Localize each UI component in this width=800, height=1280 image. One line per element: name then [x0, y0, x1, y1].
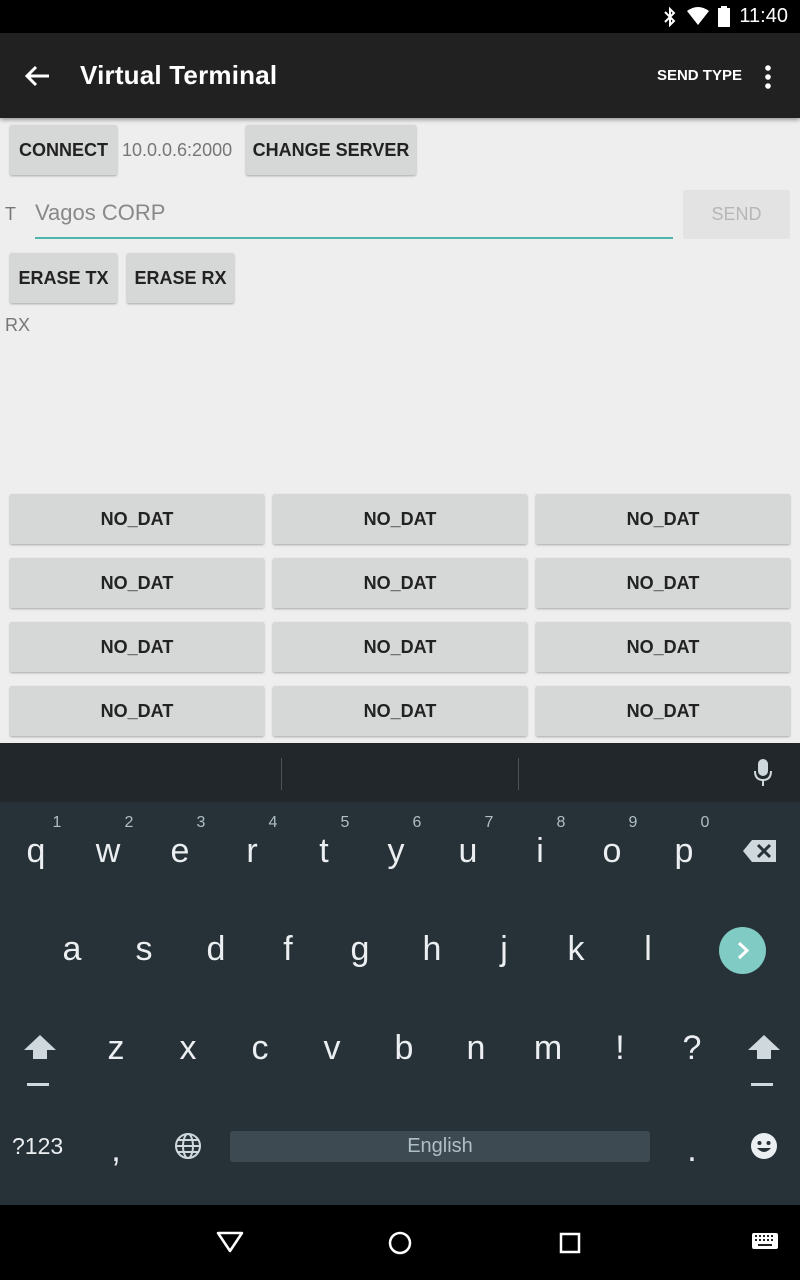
- erase-tx-button[interactable]: ERASE TX: [10, 253, 117, 303]
- symbols-key[interactable]: ?123: [12, 1133, 63, 1160]
- send-button[interactable]: SEND: [683, 190, 790, 239]
- tx-input-underline: [35, 237, 673, 239]
- macro-button-5[interactable]: NO_DAT: [273, 558, 527, 608]
- key-question[interactable]: ?: [662, 1029, 722, 1068]
- key-hint: 8: [556, 814, 566, 831]
- macro-button-12[interactable]: NO_DAT: [536, 686, 790, 736]
- tx-input[interactable]: Vagos CORP: [35, 200, 665, 226]
- key-hint: 4: [268, 814, 278, 831]
- key-comma[interactable]: ,: [86, 1131, 146, 1170]
- rx-label: RX: [5, 315, 31, 335]
- key-x[interactable]: x: [158, 1029, 218, 1068]
- enter-button[interactable]: [719, 927, 766, 974]
- macro-button-2[interactable]: NO_DAT: [273, 494, 527, 544]
- bluetooth-icon: [664, 6, 676, 28]
- macro-button-10[interactable]: NO_DAT: [10, 686, 264, 736]
- soft-keyboard: 1 2 3 4 5 6 7 8 9 0 q w e r t y u i o p …: [0, 743, 800, 1205]
- connect-button[interactable]: CONNECT: [10, 125, 117, 175]
- navigation-bar: [0, 1205, 800, 1280]
- home-circle-icon[interactable]: [388, 1231, 412, 1255]
- key-e[interactable]: e: [150, 832, 210, 871]
- key-g[interactable]: g: [330, 930, 390, 969]
- key-j[interactable]: j: [474, 930, 534, 969]
- key-w[interactable]: w: [78, 832, 138, 871]
- key-exclamation[interactable]: !: [590, 1029, 650, 1068]
- key-p[interactable]: p: [654, 832, 714, 871]
- key-a[interactable]: a: [42, 930, 102, 969]
- space-bar-label: English: [407, 1135, 473, 1157]
- back-arrow-icon[interactable]: [22, 61, 52, 91]
- key-m[interactable]: m: [518, 1029, 578, 1068]
- key-u[interactable]: u: [438, 832, 498, 871]
- microphone-icon[interactable]: [752, 758, 774, 788]
- clock: 11:40: [739, 5, 788, 27]
- key-s[interactable]: s: [114, 930, 174, 969]
- server-address: 10.0.0.6:2000: [122, 140, 233, 160]
- key-t[interactable]: t: [294, 832, 354, 871]
- recents-square-icon[interactable]: [559, 1232, 581, 1254]
- key-o[interactable]: o: [582, 832, 642, 871]
- key-period[interactable]: .: [662, 1131, 722, 1170]
- key-hint: 6: [412, 814, 422, 831]
- shift-right-icon[interactable]: [746, 1033, 782, 1091]
- macro-button-4[interactable]: NO_DAT: [10, 558, 264, 608]
- key-d[interactable]: d: [186, 930, 246, 969]
- macro-button-8[interactable]: NO_DAT: [273, 622, 527, 672]
- key-f[interactable]: f: [258, 930, 318, 969]
- page-title: Virtual Terminal: [80, 60, 278, 90]
- suggestion-divider: [281, 758, 282, 790]
- key-hint: 3: [196, 814, 206, 831]
- macro-button-7[interactable]: NO_DAT: [10, 622, 264, 672]
- back-triangle-icon[interactable]: [216, 1231, 244, 1253]
- key-hint: 1: [52, 814, 62, 831]
- key-hint: 2: [124, 814, 134, 831]
- status-bar: 11:40: [0, 0, 800, 33]
- app-bar: Virtual Terminal SEND TYPE: [0, 33, 800, 118]
- key-i[interactable]: i: [510, 832, 570, 871]
- key-r[interactable]: r: [222, 832, 282, 871]
- key-c[interactable]: c: [230, 1029, 290, 1068]
- suggestion-strip: [0, 743, 800, 802]
- globe-icon[interactable]: [174, 1132, 202, 1160]
- backspace-icon[interactable]: [742, 839, 778, 863]
- key-k[interactable]: k: [546, 930, 606, 969]
- key-hint: 5: [340, 814, 350, 831]
- more-vert-icon[interactable]: [754, 63, 782, 91]
- key-v[interactable]: v: [302, 1029, 362, 1068]
- macro-button-3[interactable]: NO_DAT: [536, 494, 790, 544]
- tx-label: T: [5, 204, 16, 224]
- wifi-icon: [687, 7, 709, 25]
- key-hint: 7: [484, 814, 494, 831]
- send-type-button[interactable]: SEND TYPE: [657, 67, 742, 84]
- emoji-icon[interactable]: [750, 1132, 778, 1160]
- battery-icon: [718, 6, 730, 27]
- macro-button-6[interactable]: NO_DAT: [536, 558, 790, 608]
- change-server-button[interactable]: CHANGE SERVER: [246, 125, 416, 175]
- key-hint: 0: [700, 814, 710, 831]
- chevron-right-icon: [737, 941, 750, 960]
- key-n[interactable]: n: [446, 1029, 506, 1068]
- macro-button-1[interactable]: NO_DAT: [10, 494, 264, 544]
- macro-button-11[interactable]: NO_DAT: [273, 686, 527, 736]
- key-h[interactable]: h: [402, 930, 462, 969]
- key-y[interactable]: y: [366, 832, 426, 871]
- erase-rx-button[interactable]: ERASE RX: [127, 253, 234, 303]
- shift-left-icon[interactable]: [22, 1033, 58, 1091]
- key-q[interactable]: q: [6, 832, 66, 871]
- key-z[interactable]: z: [86, 1029, 146, 1068]
- macro-button-9[interactable]: NO_DAT: [536, 622, 790, 672]
- space-bar[interactable]: English: [230, 1131, 650, 1162]
- suggestion-divider: [518, 758, 519, 790]
- key-b[interactable]: b: [374, 1029, 434, 1068]
- key-l[interactable]: l: [618, 930, 678, 969]
- key-hint: 9: [628, 814, 638, 831]
- keyboard-switch-icon[interactable]: [752, 1233, 778, 1251]
